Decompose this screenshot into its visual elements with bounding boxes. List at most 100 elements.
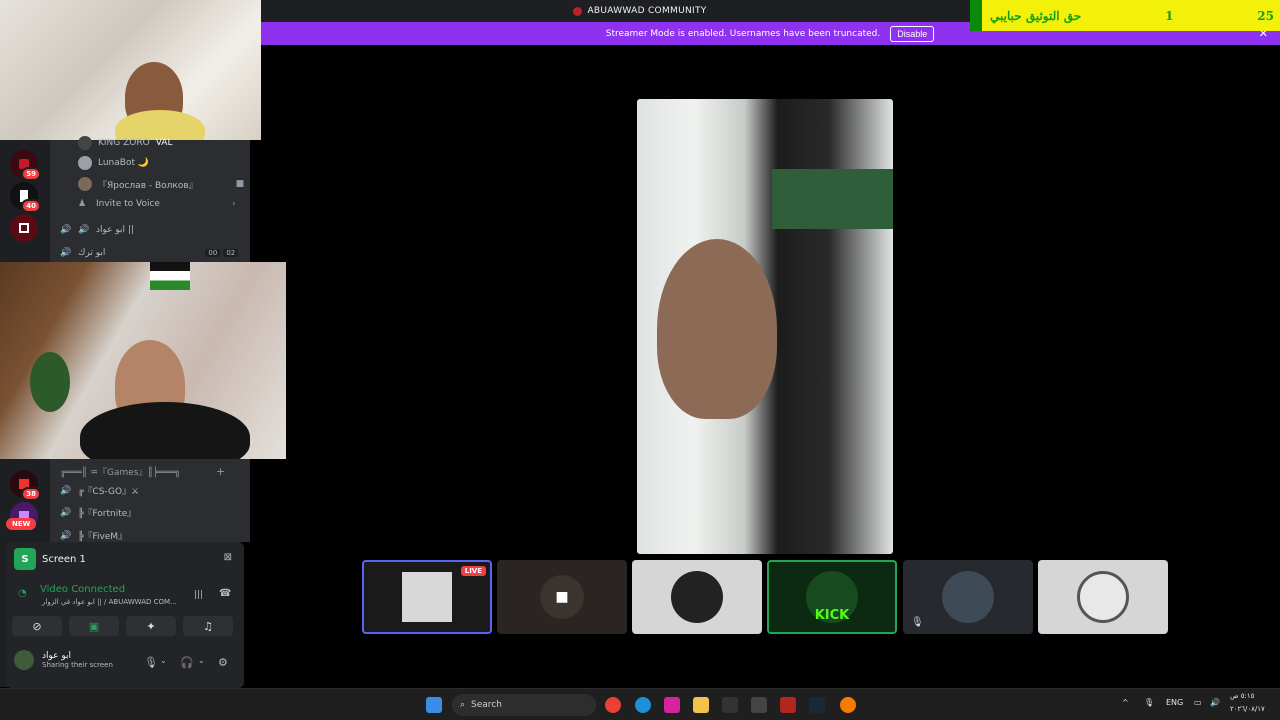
avatar xyxy=(1077,571,1129,623)
headphones-icon[interactable]: 🎧 xyxy=(180,656,194,669)
disable-streamer-mode-button[interactable]: Disable xyxy=(890,25,935,42)
invite-to-voice[interactable]: ♟ Invite to Voice › xyxy=(78,199,236,209)
screen-share-icon: ▣ xyxy=(88,619,100,633)
voice-member[interactable]: KING ZORO VAL xyxy=(78,136,172,150)
edge-icon[interactable] xyxy=(635,697,651,713)
discord-app-icon[interactable] xyxy=(840,697,856,713)
speaker-icon: 🔊 xyxy=(60,225,72,235)
microphone-tray-icon[interactable]: 🎙 xyxy=(1144,698,1154,707)
main-video-stage[interactable] xyxy=(637,99,893,554)
activities-icon: ✦ xyxy=(146,619,156,633)
microphone-icon[interactable]: 🎙 xyxy=(144,656,158,669)
avatar xyxy=(78,136,92,150)
signal-icon[interactable]: ◔ xyxy=(18,588,27,599)
speaker-icon: 🔊 xyxy=(60,530,72,541)
user-name: ابو عواد xyxy=(42,651,72,661)
chevron-right-icon: › xyxy=(231,199,236,209)
stop-stream-icon[interactable]: ⊠ xyxy=(224,552,232,563)
ticker-right-number: 25 xyxy=(1257,8,1274,23)
participant-tile-avatar[interactable] xyxy=(632,560,762,634)
media-app-icon[interactable] xyxy=(780,697,796,713)
screen-label: Screen 1 xyxy=(42,553,86,565)
voice-channel[interactable]: 🔊 ابو ترك 00 02 xyxy=(60,248,239,258)
server-icon xyxy=(573,6,583,16)
language-indicator[interactable]: ENG xyxy=(1166,698,1183,707)
flag-decoration xyxy=(150,262,190,290)
windows-start-icon[interactable] xyxy=(426,697,442,713)
webcam-overlay-middle xyxy=(0,262,286,459)
video-camera-icon: ■ xyxy=(540,575,584,619)
server-icon-2[interactable]: 40 xyxy=(10,182,41,213)
user-count: 00 xyxy=(205,249,221,257)
voice-member[interactable]: LunaBot 🌙 xyxy=(78,156,149,170)
search-label: Search xyxy=(471,700,502,710)
ticker-text: حق التوثيق حبايبي xyxy=(990,8,1082,23)
gear-icon[interactable]: ⚙ xyxy=(218,656,228,669)
chevron-down-icon[interactable]: ⌄ xyxy=(160,656,167,665)
network-icon[interactable]: ▭ xyxy=(1194,698,1202,707)
voice-channel[interactable]: 🔊 ╠『FiveM』 xyxy=(60,529,127,543)
chevron-up-icon[interactable]: ^ xyxy=(1122,698,1129,707)
video-connected-status[interactable]: Video Connected xyxy=(40,584,125,595)
voice-channel[interactable]: 🔊 🔊 ابو عواد || xyxy=(60,225,134,235)
mention-badge: 38 xyxy=(21,487,41,501)
participant-tile-stream[interactable]: LIVE xyxy=(362,560,492,634)
app-icon[interactable] xyxy=(722,697,738,713)
voice-member[interactable]: 『Ярослав - Волков』 ■ xyxy=(78,177,244,191)
user-status: Sharing their screen xyxy=(42,661,113,669)
camera-off-button[interactable]: ⊘ xyxy=(12,616,62,636)
user-limit: 02 xyxy=(223,249,239,257)
clock-date[interactable]: ٢٠٢٦/٠٨/١٧ xyxy=(1230,705,1265,713)
chrome-icon[interactable] xyxy=(605,697,621,713)
activities-button[interactable]: ✦ xyxy=(126,616,176,636)
new-badge: NEW xyxy=(6,518,37,530)
participant-tile-camera-off[interactable]: ■ xyxy=(497,560,627,634)
mention-badge: 40 xyxy=(21,199,41,213)
speaker-icon: 🔊 xyxy=(60,507,72,518)
plant xyxy=(30,352,70,412)
noise-suppression-icon[interactable]: ||| xyxy=(194,590,203,600)
steam-icon[interactable] xyxy=(809,697,825,713)
soundboard-icon: ♫ xyxy=(203,619,213,633)
server-icon-1[interactable]: 59 xyxy=(10,150,41,181)
folder-icon[interactable] xyxy=(693,697,709,713)
participant-tile-muted[interactable]: 🎙 xyxy=(903,560,1033,634)
live-badge: LIVE xyxy=(460,566,486,576)
screen-icon: S xyxy=(14,548,36,570)
kick-avatar: KICK xyxy=(806,571,858,623)
add-channel-icon[interactable]: + xyxy=(216,465,225,478)
user-area[interactable]: ابو عواد Sharing their screen xyxy=(14,650,113,670)
participant-figure xyxy=(657,239,777,419)
participant-tile-logo[interactable] xyxy=(1038,560,1168,634)
speaker-icon: 🔊 xyxy=(78,225,90,235)
participant-tile-kick[interactable]: KICK xyxy=(767,560,897,634)
chevron-down-icon[interactable]: ⌄ xyxy=(198,656,205,665)
voice-channel[interactable]: 🔊 ╔『CS-GO』⚔ xyxy=(60,484,139,498)
server-name: ABUAWWAD COMMUNITY xyxy=(587,6,707,16)
streamer-shirt xyxy=(80,402,250,459)
disconnect-icon[interactable]: ☎ xyxy=(219,588,231,599)
share-screen-button[interactable]: ▣ xyxy=(69,616,119,636)
speaker-icon: 🔊 xyxy=(60,485,72,496)
server-icon-3[interactable] xyxy=(10,214,38,242)
avatar xyxy=(942,571,994,623)
invite-icon: ♟ xyxy=(78,199,87,209)
stream-preview xyxy=(402,572,452,622)
category-games[interactable]: ╔═══║ ♒『Games』║╞═══╗ + xyxy=(60,465,225,478)
voice-channel[interactable]: 🔊 ╠『Fortnite』 xyxy=(60,506,136,520)
taskbar-search[interactable]: ⌕ Search xyxy=(452,694,596,716)
connection-subtext: ابو عواد في الزوار || / ABUAWWAD COM... xyxy=(42,598,177,606)
soundboard-button[interactable]: ♫ xyxy=(183,616,233,636)
search-icon: ⌕ xyxy=(460,700,466,710)
webcam-overlay-top xyxy=(0,0,261,140)
clock-time[interactable]: ٥:١٥ ص xyxy=(1230,692,1254,700)
overlay-ticker: حق التوثيق حبايبي 1 25 xyxy=(970,0,1280,31)
muted-mic-icon: 🎙 xyxy=(911,617,924,628)
avatar xyxy=(78,156,92,170)
instagram-icon[interactable] xyxy=(664,697,680,713)
terminal-icon[interactable] xyxy=(751,697,767,713)
screen-share-header: S Screen 1 xyxy=(14,548,86,570)
volume-icon[interactable]: 🔊 xyxy=(1210,698,1220,707)
member-tag: VAL xyxy=(155,138,173,148)
server-icon-4[interactable]: 38 xyxy=(10,470,41,501)
